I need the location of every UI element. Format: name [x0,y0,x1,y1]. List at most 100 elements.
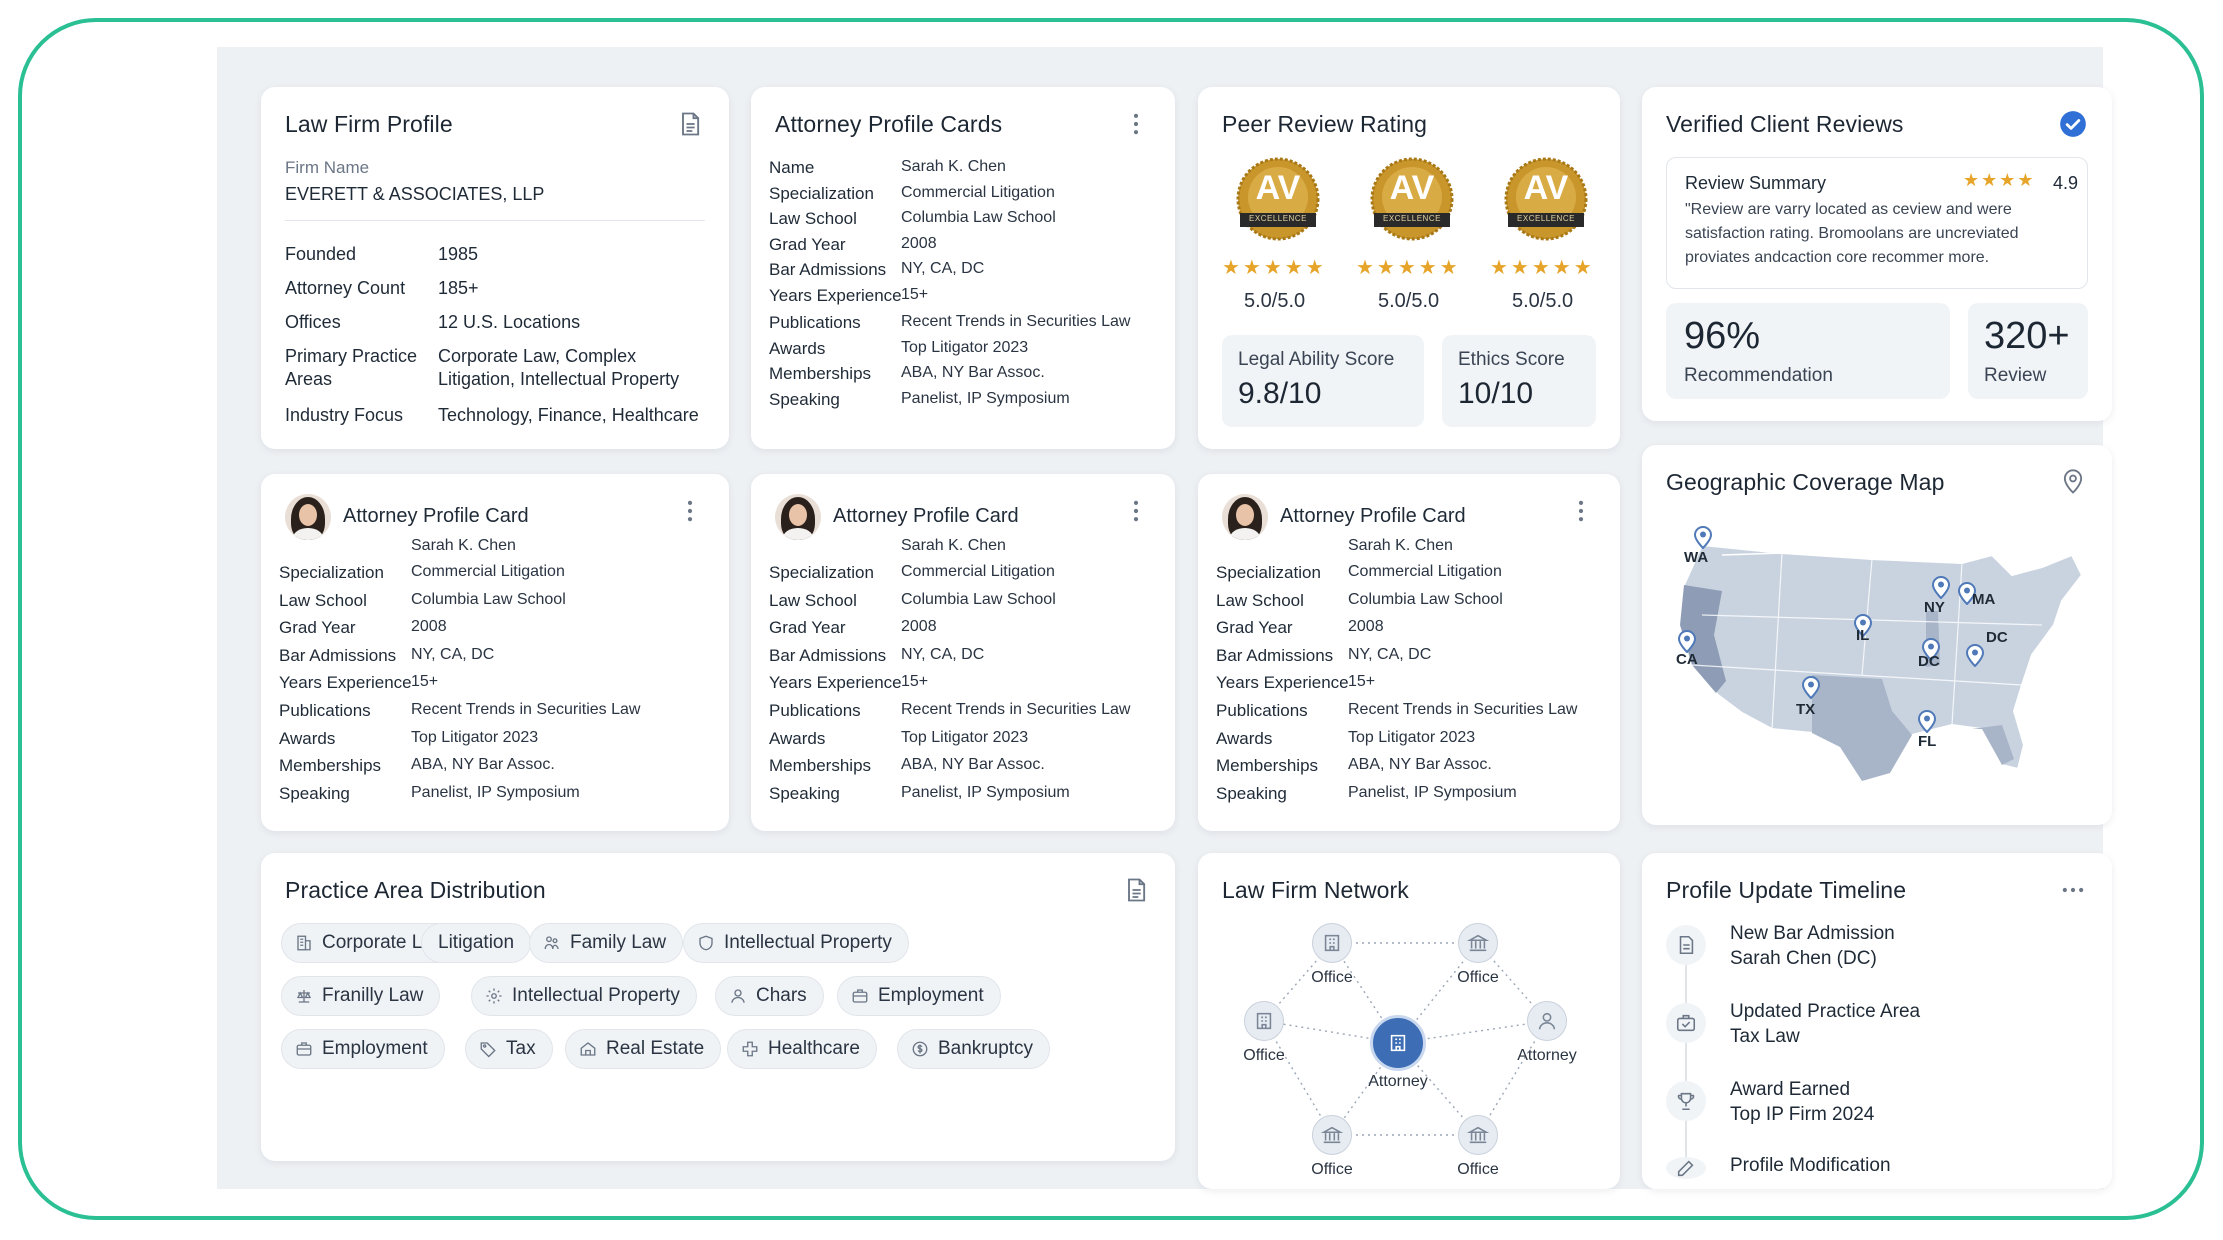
scale-icon [294,986,314,1006]
practice-area-chip[interactable]: Litigation [421,923,532,963]
row-value: Columbia Law School [901,209,1056,226]
bank-icon[interactable] [1458,1115,1498,1155]
row-value: Commercial Litigation [901,563,1055,580]
more-vertical-icon[interactable] [675,496,705,526]
chip-label: Bankruptcy [938,1038,1034,1059]
review-text-line-1: "Review are varry located as ceview and … [1685,201,2012,218]
tag-icon [478,1039,498,1059]
law-firm-network-card: Law Firm Network Office Office Office Attor… [1198,853,1620,1189]
user-icon [728,986,748,1006]
node-label: Office [1457,1161,1499,1178]
timeline-detail: Sarah Chen (DC) [1730,948,1877,969]
document-icon[interactable] [1121,875,1151,905]
state-label: NY [1924,599,1945,616]
chip-label: Real Estate [606,1038,705,1059]
firm-name-label: Firm Name [285,158,370,177]
row-label: Law School [769,209,857,228]
plus-icon [740,1039,760,1059]
person-icon[interactable] [1527,1001,1567,1041]
location-pin-icon[interactable] [2058,467,2088,497]
row-label: Years Experience [279,673,412,693]
location-pin-icon[interactable] [1801,675,1821,700]
row-label: Bar Admissions [769,645,887,665]
document-icon[interactable] [675,109,705,139]
avatar [1222,494,1268,540]
row-value: Top Litigator 2023 [901,728,1029,746]
practice-area-chip[interactable]: Healthcare [727,1029,877,1069]
offices-value: 12 U.S. Locations [438,312,581,332]
row-value: Recent Trends in Securities Law [411,701,641,718]
row-label: Specialization [279,563,384,582]
attorney-profile-card-3: Attorney Profile Card Sarah K. Chen Specia… [1198,474,1620,831]
av-rating-badge-icon: AV EXCELLENCE [1498,157,1594,249]
location-pin-icon[interactable] [1677,629,1697,654]
row-value: Panelist, IP Symposium [901,783,1070,801]
practice-area-chip[interactable]: Intellectual Property [683,923,909,963]
bank-icon[interactable] [1458,923,1498,963]
practice-area-chip[interactable]: Real Estate [565,1029,722,1069]
practice-area-chip[interactable]: Employment [837,976,1001,1016]
row-label: Publications [1216,701,1308,720]
bank-icon[interactable] [1312,1115,1352,1155]
chip-label: Intellectual Property [724,932,892,953]
badge-ribbon: EXCELLENCE [1517,214,1575,223]
rating-stars: ★★★★★ [1222,257,1327,279]
office-building-icon[interactable] [1244,1001,1284,1041]
row-value: 2008 [901,618,937,636]
offices-label: Offices [285,312,341,332]
row-label: Law School [1216,590,1304,610]
row-label: Bar Admissions [769,260,887,279]
trophy-icon [1666,1081,1706,1121]
location-pin-icon[interactable] [1693,525,1713,550]
timeline-detail: Tax Law [1730,1026,1800,1047]
row-label: Law School [769,590,857,610]
practice-area-chip[interactable]: Intellectual Property [471,976,697,1016]
card-title: Geographic Coverage Map [1666,469,1945,495]
card-title: Attorney Profile Card [343,505,529,527]
industry-focus-label: Industry Focus [285,405,404,425]
document-icon [1666,925,1706,965]
row-value: Top Litigator 2023 [901,338,1029,356]
practice-area-chip[interactable]: Tax [465,1029,553,1069]
row-value: Columbia Law School [901,590,1056,608]
chip-label: Intellectual Property [512,985,680,1006]
ethics-score: Ethics Score 10/10 [1442,335,1596,427]
practice-area-chip[interactable]: Chars [715,976,824,1016]
legal-ability-score: Legal Ability Score 9.8/10 [1222,335,1424,427]
more-horizontal-icon[interactable] [2058,875,2088,905]
row-label: Awards [769,338,826,358]
attorney-profile-card-1: Attorney Profile Card Sarah K. Chen Specia… [261,474,729,831]
practice-area-chip[interactable]: Bankruptcy [897,1029,1051,1069]
more-vertical-icon[interactable] [1121,109,1151,139]
practice-area-chip[interactable]: Employment [281,1029,445,1069]
location-pin-icon[interactable] [1965,643,1985,668]
row-label: Specialization [769,183,874,203]
badge-ribbon: EXCELLENCE [1249,214,1307,223]
office-building-icon[interactable] [1312,923,1352,963]
row-value: Panelist, IP Symposium [411,783,580,801]
ethics-label: Ethics Score [1458,349,1565,370]
ethics-value: 10/10 [1458,377,1534,410]
attorney-name: Sarah K. Chen [1348,537,1453,554]
review-count-label: Review [1984,365,2047,386]
chip-label: Family Law [570,932,667,953]
avatar [775,494,821,540]
row-value: 15+ [411,673,439,691]
badge-score: 5.0/5.0 [1244,290,1306,312]
practice-area-chip[interactable]: Franilly Law [281,976,441,1016]
card-title: Profile Update Timeline [1666,877,1907,903]
practice-area-chip[interactable]: Family Law [529,923,684,963]
more-vertical-icon[interactable] [1566,496,1596,526]
row-value: 2008 [901,234,937,252]
location-pin-icon[interactable] [1917,709,1937,734]
primary-practice-label-2: Areas [285,369,333,389]
central-office-icon[interactable] [1370,1015,1426,1071]
timeline-title: Profile Modification [1730,1155,1891,1176]
state-label: WA [1684,549,1709,566]
location-pin-icon[interactable] [1931,575,1951,600]
review-text-line-3: proviates andcaction core recommer more. [1685,249,1990,266]
state-label: DC [1918,653,1940,670]
chip-label: Litigation [438,932,515,953]
more-vertical-icon[interactable] [1121,496,1151,526]
practice-area-card: Practice Area Distribution Corporate Law… [261,853,1175,1161]
